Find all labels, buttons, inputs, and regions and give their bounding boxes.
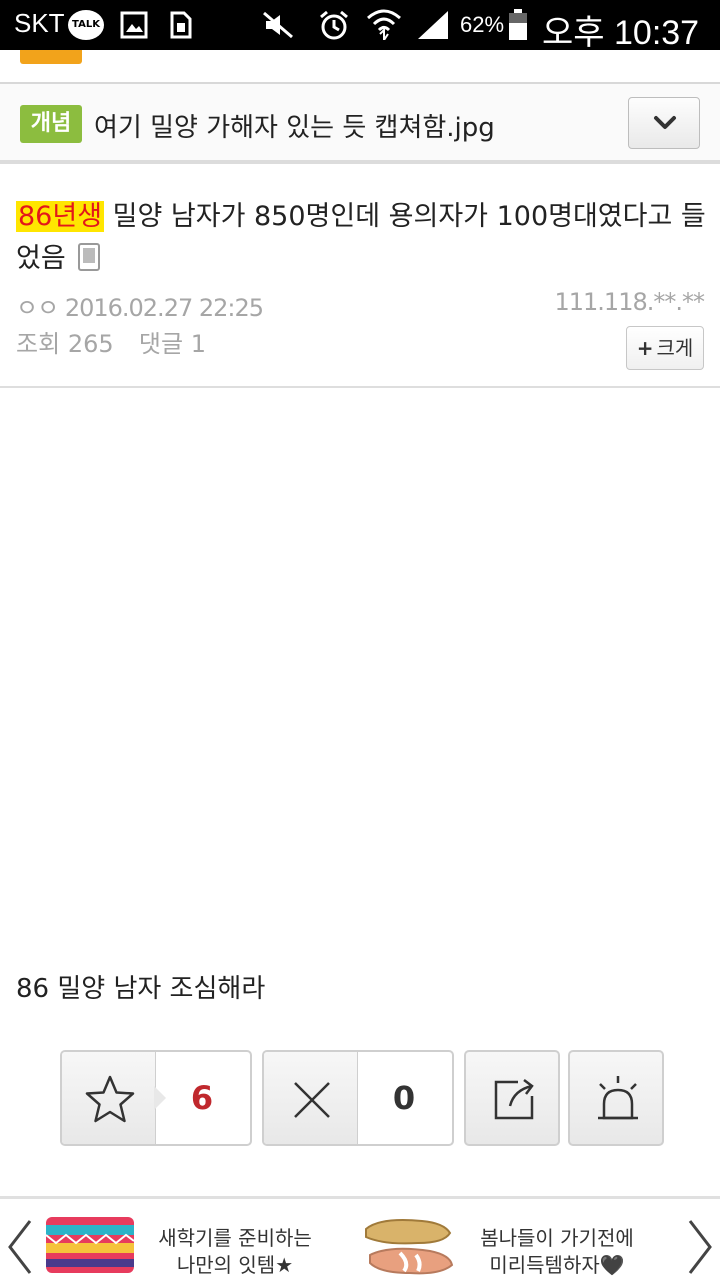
mute-icon [263,11,293,39]
battery-percent: 62% [460,12,505,37]
signal-icon [418,11,448,39]
image-icon [120,11,148,39]
mobile-icon [78,243,101,271]
ad-2-line1: 봄나들이 가기전에 [480,1226,634,1250]
chevron-down-icon [654,116,676,129]
clock: 오후 10:37 [542,14,700,52]
ad-text-1[interactable]: 새학기를 준비하는 나만의 잇템★ [150,1225,320,1279]
dropdown-button[interactable] [628,97,700,149]
unrecommend-count: 0 [392,1079,416,1117]
star-icon [85,1075,135,1123]
ad-1-line1: 새학기를 준비하는 [158,1226,312,1250]
sim-icon [170,11,192,39]
views-count: 265 [67,330,114,358]
zoom-button[interactable]: + 크게 [626,326,704,370]
comments-label: 댓글 [138,330,184,358]
comments-count: 1 [190,330,206,358]
unrecommend-button[interactable]: 0 [262,1050,454,1146]
close-icon [294,1082,330,1118]
post-body: 86 밀양 남자 조심해라 [16,974,266,1004]
previous-post-row[interactable] [0,50,720,84]
share-icon [494,1079,534,1120]
ad-2-line2: 미리득템하자🖤 [489,1253,625,1277]
ad-1-line2: 나만의 잇템★ [176,1253,294,1277]
siren-icon [598,1076,638,1120]
category-bar: 개념 여기 밀양 가해자 있는 듯 캡쳐함.jpg [0,84,720,164]
category-badge: 개념 [20,105,82,143]
category-title[interactable]: 여기 밀양 가해자 있는 듯 캡쳐함.jpg [94,107,495,144]
carrier-label: SKT [14,8,65,38]
post-author[interactable]: ㅇㅇ [16,294,59,322]
unrecommend-icon-box[interactable] [264,1052,358,1144]
recommend-icon-box[interactable] [62,1052,156,1144]
plus-icon: + [636,336,654,360]
alarm-icon [320,10,348,40]
wifi-icon [367,9,401,40]
post-title: 86년생 밀양 남자가 850명인데 용의자가 100명대였다고 들었음 [16,196,706,280]
post-title-text: 밀양 남자가 850명인데 용의자가 100명대였다고 들었음 [16,201,706,274]
share-button[interactable] [464,1050,560,1146]
post-ip: 111.118.**.** [554,288,705,316]
post-tag: 86년생 [16,201,105,232]
recommend-button[interactable]: 6 [60,1050,252,1146]
recommend-count: 6 [190,1079,214,1117]
report-button[interactable] [568,1050,664,1146]
status-bar: SKT TALK 62% 오후 10:37 [0,0,720,52]
ad-text-2[interactable]: 봄나들이 가기전에 미리득템하자🖤 [472,1225,642,1279]
chevron-right-icon[interactable] [686,1217,716,1277]
zoom-label: 크게 [656,336,694,360]
post-stats: 조회 265 댓글 1 [16,324,206,359]
talk-icon: TALK [68,10,104,40]
action-bar: 6 0 [0,1050,720,1146]
post-author-date: ㅇㅇ 2016.02.27 22:25 [16,288,264,323]
post-date: 2016.02.27 22:25 [64,294,264,322]
battery-icon [509,9,527,40]
ad-thumbnail-shoes[interactable] [360,1211,456,1280]
ad-banner: 새학기를 준비하는 나만의 잇템★ 봄나들이 가기전에 미리득템하자🖤 [0,1196,720,1280]
ad-thumbnail-laptop-pouch[interactable] [44,1211,136,1275]
chevron-left-icon[interactable] [4,1217,34,1277]
views-label: 조회 [16,330,61,358]
post-header: 86년생 밀양 남자가 850명인데 용의자가 100명대였다고 들었음 ㅇㅇ … [0,168,720,388]
previous-post-badge [20,50,82,64]
